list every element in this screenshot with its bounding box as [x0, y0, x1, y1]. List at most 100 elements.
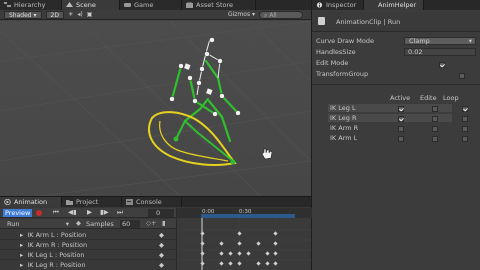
preview-toggle[interactable]: Preview [3, 209, 33, 217]
add-key-icon[interactable]: ◇+ [146, 219, 156, 227]
game-icon [124, 3, 131, 7]
tab-project-label: Project [76, 198, 99, 206]
scene-search-placeholder: All [269, 11, 277, 19]
project-icon [66, 200, 73, 205]
key-icon[interactable]: ◆ [159, 240, 164, 250]
edit-mode-checkbox[interactable] [439, 62, 446, 68]
ik-row-arm-l[interactable]: IK Arm L [328, 134, 469, 142]
ik-row-label: IK Arm L [330, 134, 358, 142]
tab-console-label: Console [136, 198, 162, 206]
foldout-icon[interactable]: ▸ [20, 261, 23, 269]
tab-project[interactable]: Project [62, 197, 122, 207]
tab-hierarchy[interactable]: Hierarchy [0, 0, 62, 10]
add-curve-icon[interactable]: ◆ [76, 219, 81, 227]
foldout-icon[interactable]: ▸ [20, 251, 23, 259]
active-checkbox[interactable] [398, 106, 404, 112]
ik-row-label: IK Leg L [330, 104, 356, 112]
samples-field[interactable]: 60 [120, 220, 140, 228]
tab-scene[interactable]: Scene [62, 0, 120, 10]
play-icon[interactable]: ▶ [87, 208, 92, 216]
add-event-icon[interactable]: ▮ [162, 219, 166, 227]
track-list: ▸ IK Arm L : Position ◆ ▸ IK Arm R : Pos… [0, 230, 176, 270]
view-2d-toggle[interactable]: 2D [45, 10, 64, 19]
shading-mode-label: Shaded [9, 11, 32, 19]
inspector-panel: Inspector AnimHelper AnimationClip | Run… [311, 0, 480, 270]
animation-tabbar: Animation Project Console [0, 197, 311, 207]
tab-animation[interactable]: Animation [0, 197, 62, 207]
dopesheet[interactable] [177, 218, 312, 270]
edite-checkbox[interactable] [432, 106, 439, 112]
handles-size-field[interactable]: 0.02 [404, 48, 476, 56]
frame-field[interactable]: 0 [148, 209, 174, 217]
ik-row-label: IK Arm R [330, 124, 359, 132]
timeline-ruler[interactable]: 0:00 0:30 [177, 208, 312, 218]
curve-draw-mode-row: Curve Draw Mode Clamp ▾ [316, 36, 476, 46]
active-checkbox[interactable] [398, 126, 404, 132]
key-icon[interactable]: ◆ [159, 230, 164, 240]
animation-panel: Animation Project Console Preview ⏮ ◀▮ ▶… [0, 196, 312, 270]
asset-store-icon [186, 2, 193, 8]
scene-viewport[interactable] [0, 21, 311, 196]
foldout-icon[interactable]: ▸ [20, 241, 23, 249]
ik-row-leg-l[interactable]: IK Leg L [328, 104, 469, 112]
column-edite: Edite [420, 94, 437, 102]
audio-icon[interactable]: ◂) [77, 11, 82, 18]
edite-checkbox[interactable] [432, 126, 439, 132]
timeline[interactable]: 0:00 0:30 [176, 208, 312, 270]
curve-draw-mode-label: Curve Draw Mode [316, 37, 374, 45]
loop-checkbox[interactable] [462, 106, 469, 112]
key-icon[interactable]: ◆ [159, 250, 164, 260]
object-header: AnimationClip | Run [312, 12, 480, 32]
loop-checkbox[interactable] [462, 136, 469, 142]
tab-asset-store-label: Asset Store [196, 1, 234, 9]
active-checkbox[interactable] [398, 136, 404, 142]
foldout-icon[interactable]: ▸ [20, 231, 23, 239]
clip-icon [318, 17, 325, 25]
edite-checkbox[interactable] [432, 136, 439, 142]
track-row[interactable]: ▸ IK Leg R : Position ◆ [0, 260, 176, 270]
tab-console[interactable]: Console [122, 197, 182, 207]
ik-row-arm-r[interactable]: IK Arm R [328, 124, 469, 132]
ik-row-leg-r[interactable]: IK Leg R [328, 114, 469, 122]
tab-hierarchy-label: Hierarchy [14, 1, 46, 9]
info-icon [316, 2, 323, 8]
scene-search-field[interactable]: ⌕ All [259, 10, 303, 19]
active-checkbox[interactable] [398, 116, 404, 122]
prev-frame-icon[interactable]: ◀▮ [68, 208, 77, 216]
scene-icon [66, 2, 73, 7]
tab-anim-helper[interactable]: AnimHelper [364, 0, 424, 10]
track-label: IK Leg L : Position [27, 251, 85, 259]
loop-checkbox[interactable] [462, 126, 469, 132]
record-button[interactable] [36, 210, 42, 216]
tab-game-label: Game [134, 1, 154, 9]
gizmos-dropdown[interactable]: Gizmos ▾ [228, 11, 255, 18]
last-frame-icon[interactable]: ⏭ [117, 208, 123, 217]
separator [312, 84, 480, 85]
tab-inspector[interactable]: Inspector [312, 0, 364, 10]
next-frame-icon[interactable]: ▮▶ [100, 208, 109, 216]
animation-icon [4, 199, 11, 205]
clip-dropdown[interactable]: Run ▾ [3, 220, 69, 228]
shading-mode-dropdown[interactable]: Shaded ▾ [4, 10, 42, 19]
gizmos-label: Gizmos [227, 11, 251, 18]
track-row[interactable]: ▸ IK Arm R : Position ◆ [0, 240, 176, 250]
object-name: AnimationClip | Run [336, 18, 401, 26]
track-row[interactable]: ▸ IK Arm L : Position ◆ [0, 230, 176, 240]
effects-icon[interactable]: ▣ [87, 11, 93, 18]
tab-game[interactable]: Game [120, 0, 182, 10]
chevron-down-icon: ▾ [65, 220, 69, 228]
tab-inspector-label: Inspector [326, 1, 357, 9]
curve-draw-mode-dropdown[interactable]: Clamp ▾ [404, 37, 476, 45]
loop-checkbox[interactable] [462, 116, 469, 122]
track-row[interactable]: ▸ IK Leg L : Position ◆ [0, 250, 176, 260]
key-icon[interactable]: ◆ [159, 260, 164, 270]
transform-group-checkbox[interactable] [459, 73, 466, 79]
light-icon[interactable]: ☀ [68, 11, 73, 18]
edit-mode-label: Edit Mode [316, 59, 349, 67]
first-frame-icon[interactable]: ⏮ [53, 208, 59, 217]
handles-size-row: HandlesSize 0.02 [316, 47, 476, 57]
edite-checkbox[interactable] [432, 116, 439, 122]
clip-name: Run [7, 220, 20, 228]
edit-mode-row: Edit Mode [316, 58, 476, 68]
tab-asset-store[interactable]: Asset Store [182, 0, 256, 10]
